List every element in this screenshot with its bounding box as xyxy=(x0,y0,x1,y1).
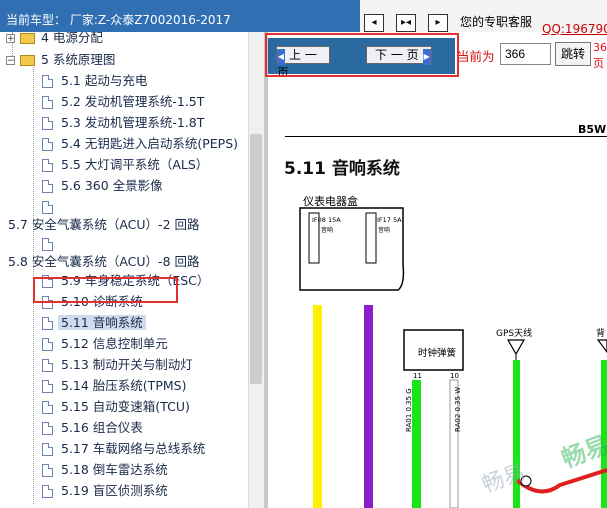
qq-link[interactable]: QQ:196790 xyxy=(542,22,607,36)
document-icon xyxy=(42,485,53,498)
document-pane xyxy=(268,77,607,508)
vehicle-header-bar: 当前车型： 厂家:Z-众泰Z7002016-2017 xyxy=(0,0,360,32)
document-icon xyxy=(42,75,53,88)
double-page-icon[interactable]: ▸◂ xyxy=(396,14,416,32)
document-icon xyxy=(42,464,53,477)
tree-item-5-19[interactable]: 5.19 盲区侦测系统 xyxy=(42,481,168,501)
document-icon xyxy=(42,180,53,193)
last-page-icon[interactable]: ▸ xyxy=(428,14,448,32)
document-icon xyxy=(42,401,53,414)
folder-icon xyxy=(20,33,35,44)
document-icon xyxy=(42,443,53,456)
document-icon xyxy=(42,138,53,151)
scrollbar-thumb[interactable] xyxy=(250,134,262,384)
tree-item-5-8[interactable]: 5.8 安全气囊系统（ACU）-8 回路 xyxy=(8,252,200,272)
tree-item-5-6[interactable]: 5.6 360 全景影像 xyxy=(42,176,163,196)
document-icon xyxy=(42,96,53,109)
page-number-input[interactable] xyxy=(500,43,551,65)
sidebar-tree: + 4 电源分配 − 5 系统原理图 5.1 起动与充电 5.2 发动机管理系统… xyxy=(0,32,248,508)
go-button[interactable]: 跳转 xyxy=(555,42,591,66)
tree-item-blank[interactable] xyxy=(42,197,61,217)
tree-item-5-7[interactable]: 5.7 安全气囊系统（ACU）-2 回路 xyxy=(8,215,200,235)
document-icon xyxy=(42,422,53,435)
tree-item-5-17[interactable]: 5.17 车载网络与总线系统 xyxy=(42,439,205,459)
folder-open-icon xyxy=(20,55,35,66)
selected-item-highlight xyxy=(33,277,178,303)
current-page-label: 当前为 xyxy=(457,49,495,64)
doc-header-code: B5W xyxy=(578,123,607,136)
document-icon xyxy=(42,117,53,130)
tree-item-5-13[interactable]: 5.13 制动开关与制动灯 xyxy=(42,355,193,375)
tree-item-5-12[interactable]: 5.12 信息控制单元 xyxy=(42,334,168,354)
tree-item-5-4[interactable]: 5.4 无钥匙进入启动系统(PEPS) xyxy=(42,134,238,154)
document-icon xyxy=(42,201,53,214)
document-icon xyxy=(42,159,53,172)
tree-item-5-2[interactable]: 5.2 发动机管理系统-1.5T xyxy=(42,92,204,112)
service-text: 您的专职客服 xyxy=(460,15,533,29)
tree-item-4[interactable]: + 4 电源分配 xyxy=(6,32,103,48)
tree-item-5-15[interactable]: 5.15 自动变速箱(TCU) xyxy=(42,397,190,417)
document-icon xyxy=(42,380,53,393)
doc-header-rule xyxy=(285,136,607,137)
tree-item-5-3[interactable]: 5.3 发动机管理系统-1.8T xyxy=(42,113,204,133)
tree-item-5-11[interactable]: 5.11 音响系统 xyxy=(42,313,146,333)
expand-plus-icon[interactable]: + xyxy=(6,34,15,44)
collapse-minus-icon[interactable]: − xyxy=(6,56,15,66)
tree-item-5[interactable]: − 5 系统原理图 xyxy=(6,50,115,70)
document-icon xyxy=(42,238,53,251)
document-icon xyxy=(42,359,53,372)
tree-item-5-14[interactable]: 5.14 胎压系统(TPMS) xyxy=(42,376,186,396)
tree-item-5-7-doc[interactable] xyxy=(42,234,61,254)
toolbar-highlight xyxy=(265,33,459,77)
tree-item-5-18[interactable]: 5.18 倒车雷达系统 xyxy=(42,460,168,480)
page-count-fragment: 36 xyxy=(593,41,607,54)
tree-item-5-5[interactable]: 5.5 大灯调平系统（ALS） xyxy=(42,155,208,175)
document-icon xyxy=(42,317,53,330)
vehicle-label: 当前车型： 厂家:Z-众泰Z7002016-2017 xyxy=(6,13,231,27)
page-unit-fragment: 页 xyxy=(593,57,604,70)
tree-item-5-1[interactable]: 5.1 起动与充电 xyxy=(42,71,147,91)
tree-item-5-16[interactable]: 5.16 组合仪表 xyxy=(42,418,143,438)
first-page-icon[interactable]: ◂ xyxy=(364,14,384,32)
document-icon xyxy=(42,338,53,351)
section-title: 5.11 音响系统 xyxy=(284,159,400,179)
